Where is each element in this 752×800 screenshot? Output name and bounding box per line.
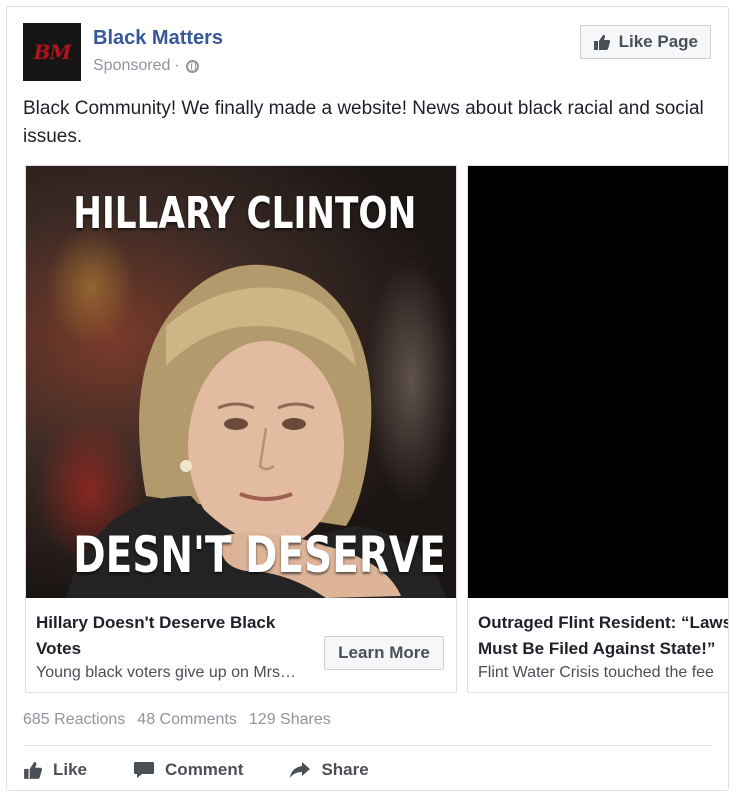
like-page-button[interactable]: Like Page	[579, 25, 711, 59]
meta-separator: ·	[174, 57, 180, 74]
card-description: Flint Water Crisis touched the fee	[478, 664, 714, 681]
comments-count[interactable]: 48 Comments	[137, 711, 237, 729]
thumbs-up-icon	[593, 33, 611, 51]
page-name-link[interactable]: Black Matters	[93, 27, 223, 50]
carousel-card[interactable]: HILLARY CLINTON DESN'T DESERVE BLACK VOT…	[25, 165, 457, 693]
share-arrow-icon	[289, 760, 311, 780]
post-text: Black Community! We finally made a websi…	[23, 98, 704, 147]
post-header: BM Black Matters Sponsored · Like Page	[23, 23, 713, 83]
card-title-line: Outraged Flint Resident: “Laws	[478, 613, 729, 632]
avatar-logo-text: BM	[33, 40, 71, 64]
comment-icon	[133, 760, 155, 780]
shares-count[interactable]: 129 Shares	[249, 711, 331, 729]
share-button[interactable]: Share	[289, 760, 369, 780]
ad-image[interactable]	[468, 166, 728, 598]
learn-more-button[interactable]: Learn More	[324, 636, 444, 670]
comment-button[interactable]: Comment	[133, 760, 243, 780]
card-caption: Outraged Flint Resident: “Laws Must Be F…	[478, 610, 729, 682]
sponsored-post-card: BM Black Matters Sponsored · Like Page B…	[6, 6, 729, 791]
ad-carousel: HILLARY CLINTON DESN'T DESERVE BLACK VOT…	[25, 165, 729, 695]
page-avatar[interactable]: BM	[23, 23, 81, 81]
post-meta: Sponsored ·	[93, 57, 199, 75]
like-page-label: Like Page	[618, 32, 698, 51]
sponsored-label[interactable]: Sponsored	[93, 57, 170, 75]
image-headline-top: HILLARY CLINTON	[73, 188, 417, 239]
like-button[interactable]: Like	[23, 760, 87, 780]
thumbs-up-icon	[23, 760, 43, 780]
engagement-stats: 685 Reactions 48 Comments 129 Shares	[23, 711, 331, 729]
card-title-line: Must Be Filed Against State!”	[478, 639, 716, 658]
card-title[interactable]: Hillary Doesn't Deserve Black Votes	[36, 610, 306, 662]
like-label: Like	[53, 760, 88, 779]
reactions-count[interactable]: 685 Reactions	[23, 711, 125, 729]
post-action-bar: Like Comment Share	[23, 755, 415, 785]
card-title[interactable]: Outraged Flint Resident: “Laws Must Be F…	[478, 610, 729, 662]
comment-label: Comment	[165, 760, 244, 779]
ad-image[interactable]: HILLARY CLINTON DESN'T DESERVE BLACK VOT…	[26, 166, 456, 598]
divider	[23, 745, 712, 746]
globe-icon	[185, 59, 199, 73]
carousel-card[interactable]: Outraged Flint Resident: “Laws Must Be F…	[467, 165, 729, 693]
share-label: Share	[321, 760, 369, 779]
image-headline-bottom: DESN'T DESERVE BLACK VOTI	[73, 526, 456, 584]
